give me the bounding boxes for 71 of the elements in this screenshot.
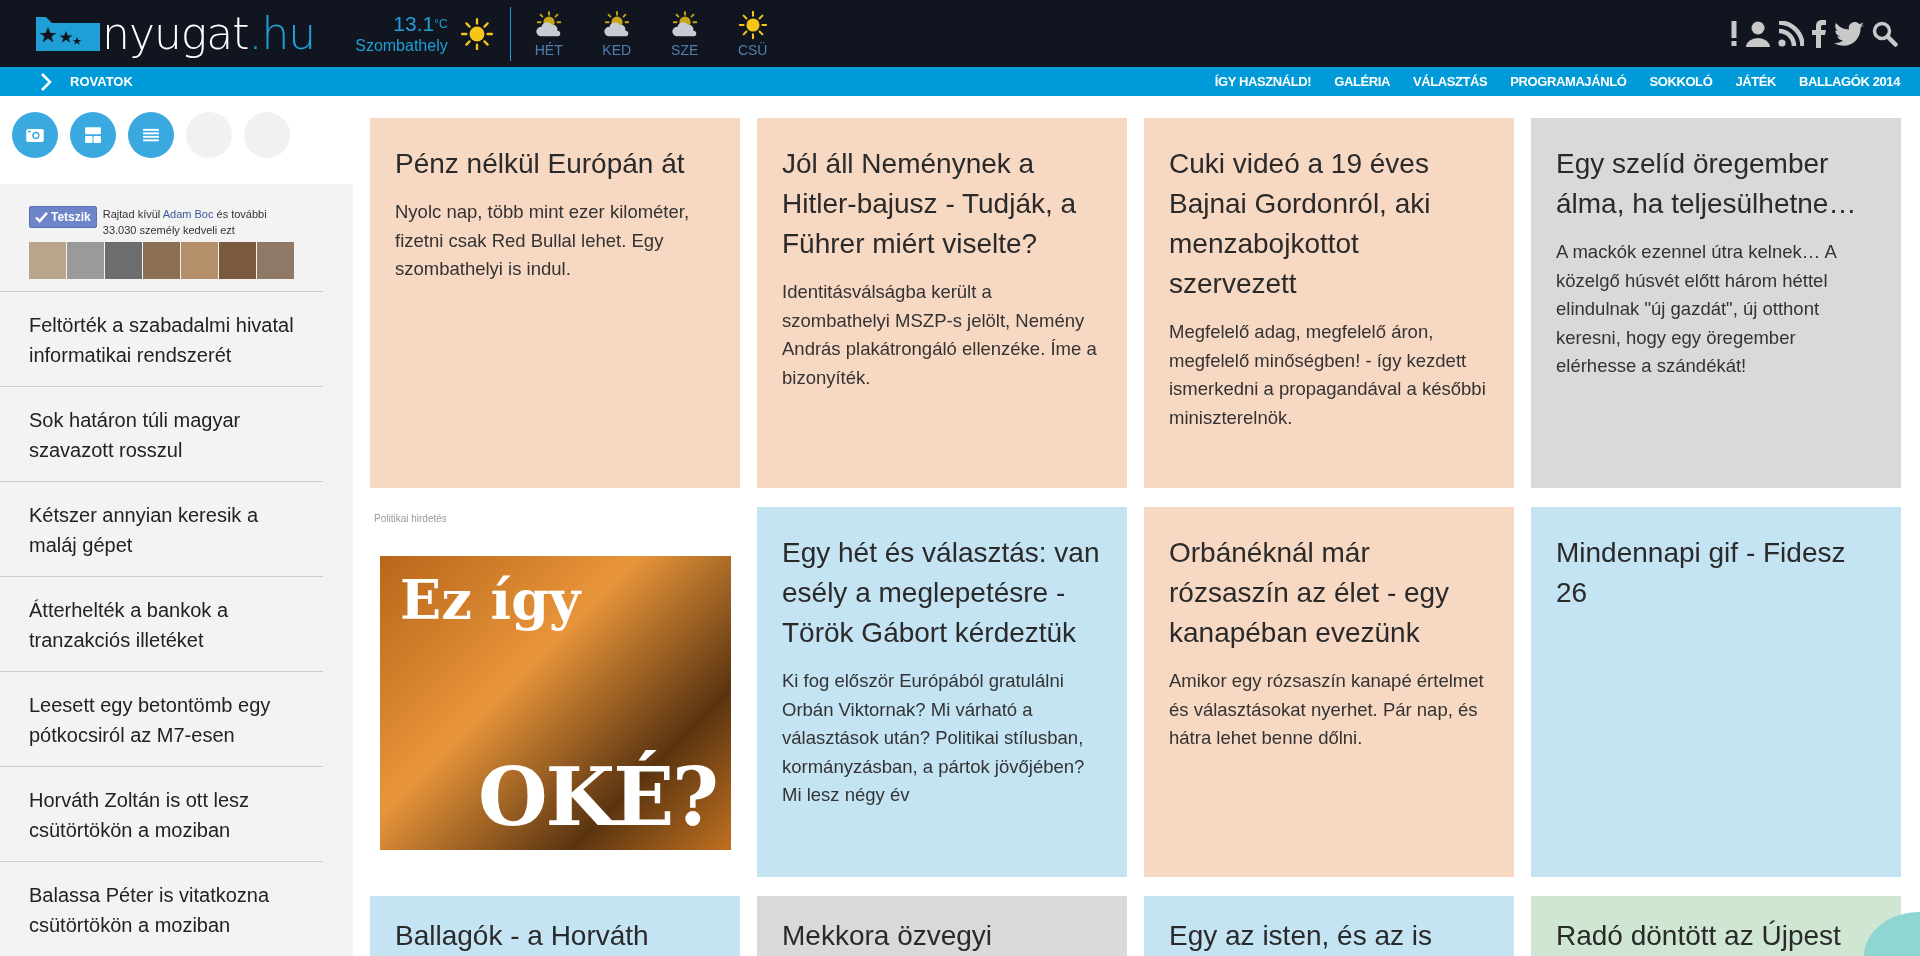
article-card[interactable]: Radó döntött az Újpest [1531, 896, 1901, 956]
twitter-icon[interactable] [1834, 21, 1864, 46]
article-card[interactable]: Egy az isten, és az is [1144, 896, 1514, 956]
article-title[interactable]: Mindennapi gif - Fidesz 26 [1556, 533, 1876, 613]
like-button[interactable]: Tetszik [29, 206, 97, 228]
like-count-text: Rajtad kívül Adam Boc és további 33.030 személy kedveli ezt [102, 207, 268, 238]
avatar-photo [219, 242, 256, 279]
article-card[interactable]: Cuki videó a 19 éves Bajnai Gordonról, aki menzabojkottot szervezett Megfelelő adag, megfelelő áron, megfelelő minőségben! - így kezdett ismerkedni a propagandával a későbbi miniszterelnök. [1144, 118, 1514, 488]
article-title[interactable]: Cuki videó a 19 éves Bajnai Gordonról, aki menzabojkottot szervezett [1169, 144, 1489, 304]
avatar-photo [143, 242, 180, 279]
site-logo[interactable]: nyugat.hu [102, 8, 316, 59]
check-icon [35, 211, 48, 223]
user-icon[interactable] [1746, 20, 1770, 47]
city-name[interactable]: Szombathely [355, 35, 448, 56]
forecast-day: CSÜ [737, 41, 768, 58]
search-icon[interactable] [1872, 20, 1898, 47]
article-summary: Ki fog először Európából gratulálni Orbán Viktornak? Mi várható a választások után? Politikai stílusban, kormányzásban, a pártok jövőjében? Mi lesz négy év [782, 669, 1086, 807]
article-summary: Identitásválságba került a szombathelyi MSZP-s jelölt, Nemény András plakátrongáló ellenzéke. Íme a bizonyíték. [782, 280, 1098, 390]
forecast-day: HÉT [534, 41, 563, 58]
article-card[interactable]: Orbánéknál már rózsaszín az élet - egy kanapéban evezünk Amikor egy rózsaszín kanapé értelmet és választásokat nyerhet. Pár nap, és hátra lehet benne dőlni. [1144, 507, 1514, 877]
tile-view-button[interactable] [70, 112, 116, 158]
forecast-day: KED [602, 41, 632, 58]
article-summary: Megfelelő adag, megfelelő áron, megfelelő minőségben! - így kezdett ismerkedni a propagandával a későbbi miniszterelnök. [1169, 320, 1487, 430]
temperature: 13.1 [393, 11, 435, 35]
headline-link[interactable]: Leesett egy betontömb egy pótkocsiról az M7-esen [0, 672, 323, 767]
article-title[interactable]: Pénz nélkül Európán át [395, 144, 715, 184]
headline-link[interactable]: Horváth Zoltán is ott lesz csütörtökön a moziban [0, 767, 323, 862]
article-card[interactable]: Pénz nélkül Európán át Nyolc nap, több mint ezer kilométer, fizetni csak Red Bullal lehet. Egy szombathelyi is indul. [370, 118, 740, 488]
friend-link[interactable]: Adam Boc [162, 208, 214, 220]
headline-link[interactable]: Sok határon túli magyar szavazott rosszul [0, 387, 323, 482]
headline-link[interactable]: Átterhelték a bankok a tranzakciós illetéket [0, 577, 323, 672]
article-summary: Nyolc nap, több mint ezer kilométer, fizetni csak Red Bullal lehet. Egy szombathelyi is indul. [395, 200, 691, 281]
list-view-button[interactable] [128, 112, 174, 158]
headline-link[interactable]: Kétszer annyian keresik a maláj gépet [0, 482, 323, 577]
headline-link[interactable]: Balassa Péter is vitatkozna csütörtökön a moziban [0, 862, 323, 956]
avatar-photo [257, 242, 294, 279]
avatar-photo [181, 242, 218, 279]
article-title[interactable]: Radó döntött az Újpest [1556, 916, 1841, 956]
article-summary: A mackók ezennel útra kelnek… A közelgő húsvét előtt három héttel elindulnak "új gazdát", új otthont keresni, hogy egy öregember elérhesse a szándékát! [1556, 240, 1838, 378]
ad-banner[interactable]: Ez így OKÉ? [380, 556, 731, 850]
avatar-photo [29, 242, 66, 279]
exclamation-icon[interactable] [1730, 20, 1738, 47]
forecast-day: SZE [671, 41, 699, 58]
article-summary: Amikor egy rózsaszín kanapé értelmet és választásokat nyerhet. Pár nap, és hátra lehet benne dőlni. [1169, 669, 1485, 750]
article-title[interactable]: Jól áll Neménynek a Hitler-bajusz - Tudják, a Führer miért viselte? [782, 144, 1102, 264]
article-card[interactable]: Ballagók - a Horváth [370, 896, 740, 956]
ad-headline: OKÉ? [477, 750, 717, 844]
avatar-photo [67, 242, 104, 279]
article-title[interactable]: Egy szelíd öregember álma, ha teljesülhetne… [1556, 144, 1876, 224]
headline-link[interactable]: Feltörték a szabadalmi hivatal informatikai rendszerét [0, 292, 323, 387]
article-title[interactable]: Egy hét és választás: van esély a meglepetésre - Török Gábort kérdeztük [782, 533, 1102, 653]
article-title[interactable]: Egy az isten, és az is [1169, 916, 1432, 956]
flag-stars-icon [36, 16, 100, 51]
avatar-photo [105, 242, 142, 279]
camera-view-button[interactable] [12, 112, 58, 158]
chevron-right-icon [40, 71, 52, 92]
article-card[interactable]: Egy szelíd öregember álma, ha teljesülhetne… A mackók ezennel útra kelnek… A közelgő húsvét előtt három héttel elindulnak "új gazdát", új otthont keresni, hogy egy öregember elérhesse a szándékát! [1531, 118, 1901, 488]
rss-icon[interactable] [1778, 20, 1804, 47]
temperature-unit: °C [434, 16, 448, 31]
article-title[interactable]: Ballagók - a Horváth [395, 916, 649, 956]
facebook-icon[interactable] [1812, 19, 1826, 48]
sun-icon [459, 16, 494, 51]
article-card[interactable]: Mekkora özvegyi [757, 896, 1127, 956]
article-card[interactable] [757, 507, 1127, 877]
article-title[interactable]: Mekkora özvegyi [782, 916, 993, 956]
article-card[interactable]: Jól áll Neménynek a Hitler-bajusz - Tudják, a Führer miért viselte? Identitásválságba került a szombathelyi MSZP-s jelölt, Nemény András plakátrongáló ellenzéke. Íme a bizonyíték. [757, 118, 1127, 488]
article-card[interactable]: Mindennapi gif - Fidesz 26 [1531, 507, 1901, 877]
sun-icon [737, 9, 768, 40]
article-title[interactable]: Orbánéknál már rózsaszín az élet - egy kanapéban evezünk [1169, 533, 1489, 653]
ad-headline: Ez így [400, 568, 581, 632]
ad-label: Politikai hirdetés [373, 512, 448, 526]
